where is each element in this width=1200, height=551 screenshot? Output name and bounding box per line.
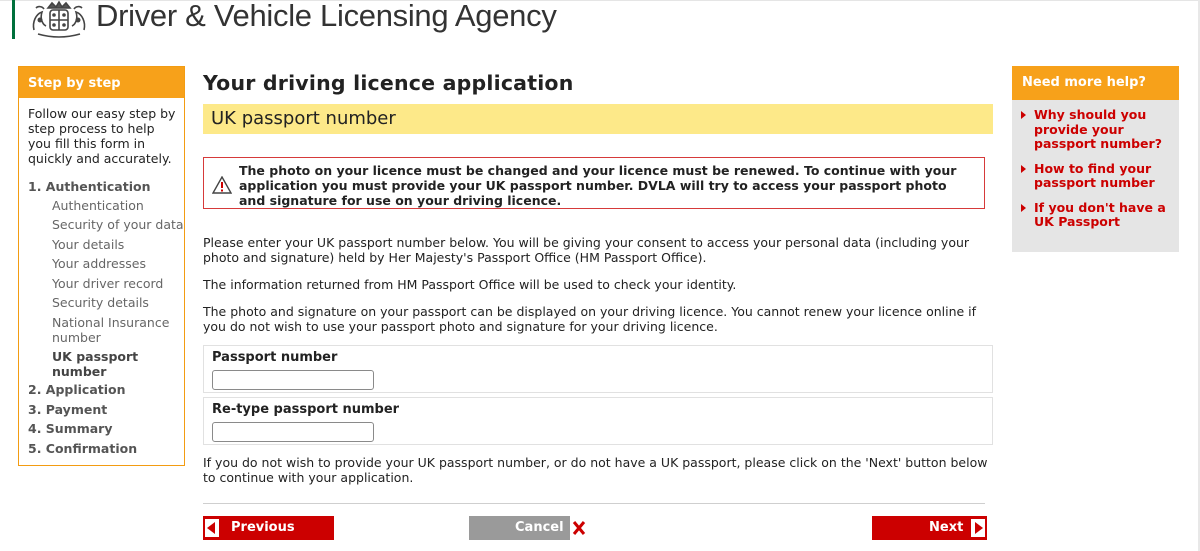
- section-subtitle: UK passport number: [203, 104, 993, 134]
- warning-icon: [212, 176, 232, 194]
- photo-paragraph: The photo and signature on your passport…: [203, 304, 977, 334]
- retype-passport-input[interactable]: [212, 422, 374, 442]
- agency-name: Driver & Vehicle Licensing Agency: [96, 0, 557, 33]
- warning-text: The photo on your licence must be change…: [239, 163, 957, 208]
- previous-button-label: Previous: [231, 520, 295, 535]
- substep-your-details: Your details: [52, 236, 125, 252]
- substep-security-details: Security details: [52, 295, 149, 310]
- help-link-why-passport[interactable]: Why should you provide your passport num…: [1012, 107, 1179, 152]
- no-passport-paragraph: If you do not wish to provide your UK pa…: [203, 455, 988, 485]
- passport-number-group: Passport number: [203, 345, 993, 393]
- passport-number-label: Passport number: [212, 350, 338, 365]
- step-application: 2. Application: [28, 382, 126, 397]
- arrow-right-icon: [1021, 164, 1026, 173]
- page-title: Your driving licence application: [203, 71, 574, 95]
- step-payment: 3. Payment: [28, 401, 108, 417]
- cancel-button[interactable]: Cancel: [469, 516, 588, 540]
- help-links: Why should you provide your passport num…: [1012, 100, 1179, 230]
- cancel-button-label: Cancel: [515, 520, 564, 535]
- substep-driver-record: Your driver record: [52, 275, 164, 291]
- previous-button[interactable]: Previous: [203, 516, 334, 540]
- substep-your-addresses: Your addresses: [52, 256, 146, 271]
- substep-authentication: Authentication: [52, 197, 144, 213]
- next-button-label: Next: [929, 520, 964, 535]
- help-link-label: How to find your passport number: [1034, 160, 1155, 190]
- header-green-rule: [12, 0, 15, 39]
- retype-passport-group: Re-type passport number: [203, 397, 993, 445]
- warning-box: The photo on your licence must be change…: [203, 157, 985, 209]
- retype-passport-label: Re-type passport number: [212, 402, 400, 417]
- step-list: 1. Authentication Authentication Securit…: [19, 177, 184, 458]
- substep-uk-passport-current: UK passport number: [52, 349, 139, 379]
- help-link-label: Why should you provide your passport num…: [1034, 107, 1162, 151]
- passport-number-input[interactable]: [212, 370, 374, 390]
- help-panel: Need more help? Why should you provide y…: [1012, 66, 1179, 252]
- step-summary: 4. Summary: [28, 421, 113, 436]
- arrow-right-icon: [1021, 111, 1026, 119]
- identity-paragraph: The information returned from HM Passpor…: [203, 277, 737, 292]
- main-content: Your driving licence application UK pass…: [203, 68, 993, 504]
- arrow-right-icon: [971, 519, 985, 537]
- step-by-step-title: Step by step: [19, 67, 184, 98]
- help-link-no-passport[interactable]: If you don't have a UK Passport: [1012, 199, 1179, 230]
- step-by-step-intro: Follow our easy step by step process to …: [28, 106, 176, 166]
- step-authentication: 1. Authentication: [28, 179, 151, 194]
- close-icon: [570, 516, 588, 540]
- consent-paragraph: Please enter your UK passport number bel…: [203, 235, 970, 265]
- step-confirmation: 5. Confirmation: [28, 440, 138, 456]
- step-by-step-panel: Step by step Follow our easy step by ste…: [18, 66, 185, 466]
- help-title: Need more help?: [1012, 66, 1179, 100]
- next-button[interactable]: Next: [872, 516, 987, 540]
- substep-security-of-data: Security of your data: [52, 217, 184, 232]
- substep-national-insurance: National Insurance number: [52, 314, 170, 345]
- buttons-divider: [203, 503, 985, 504]
- arrow-right-icon: [1021, 203, 1026, 212]
- royal-crest-icon: [32, 0, 86, 38]
- arrow-left-icon: [205, 519, 219, 537]
- help-link-find-passport[interactable]: How to find your passport number: [1012, 160, 1179, 191]
- help-link-label: If you don't have a UK Passport: [1034, 199, 1166, 229]
- site-header: Driver & Vehicle Licensing Agency: [0, 0, 1200, 40]
